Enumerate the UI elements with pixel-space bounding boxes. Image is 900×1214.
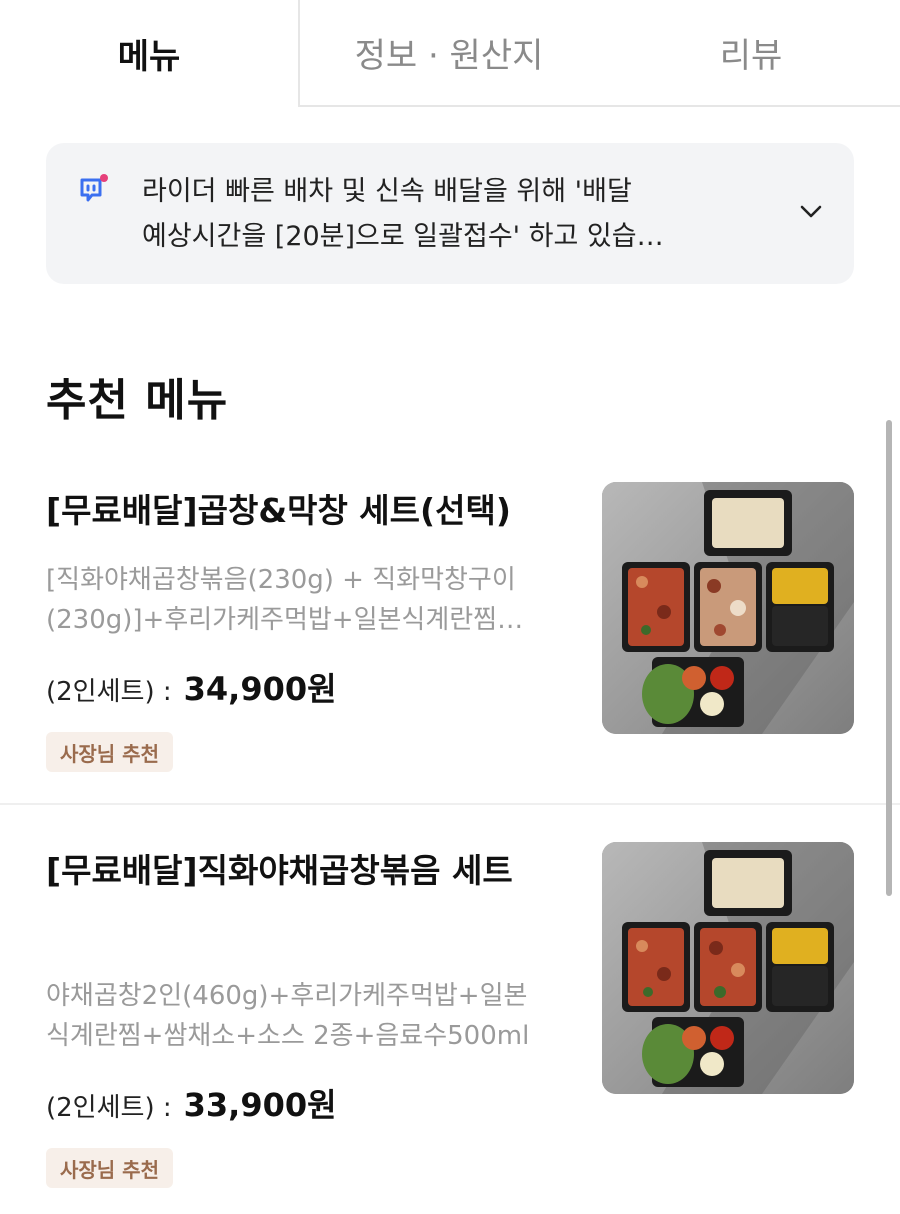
menu-item-description: [직화야채곱창볶음(230g) + 직화막창구이 (230g)]+후리가케주먹밥… bbox=[46, 560, 586, 640]
notice-line: 라이더 빠른 배차 및 신속 배달을 위해 '배달 bbox=[142, 176, 632, 207]
description-line: 식계란찜+쌈채소+소스 2종+음료수500ml bbox=[46, 1021, 530, 1051]
price-label: (2인세트) : bbox=[46, 1093, 172, 1123]
price-row: (2인세트) : 34,900원 bbox=[46, 664, 337, 710]
price-value: 33,900원 bbox=[183, 1086, 337, 1124]
owner-recommend-badge: 사장님 추천 bbox=[46, 1148, 173, 1188]
notice-banner[interactable]: 라이더 빠른 배차 및 신속 배달을 위해 '배달 예상시간을 [20분]으로 … bbox=[46, 143, 854, 284]
tab-reviews[interactable]: 리뷰 bbox=[602, 0, 900, 107]
price-row: (2인세트) : 33,900원 bbox=[46, 1080, 337, 1126]
menu-item-description: 야채곱창2인(460g)+후리가케주먹밥+일본 식계란찜+쌈채소+소스 2종+음… bbox=[46, 976, 586, 1056]
description-line: (230g)]+후리가케주먹밥+일본식계란찜… bbox=[46, 605, 524, 635]
menu-item-image[interactable] bbox=[602, 842, 854, 1094]
chevron-down-icon[interactable] bbox=[798, 198, 824, 224]
tab-info-origin[interactable]: 정보 · 원산지 bbox=[300, 0, 602, 107]
owner-recommend-badge: 사장님 추천 bbox=[46, 732, 173, 772]
menu-item-image[interactable] bbox=[602, 482, 854, 734]
section-title: 추천 메뉴 bbox=[46, 375, 229, 426]
description-line: [직화야채곱창볶음(230g) + 직화막창구이 bbox=[46, 565, 516, 595]
notice-text: 라이더 빠른 배차 및 신속 배달을 위해 '배달 예상시간을 [20분]으로 … bbox=[142, 169, 752, 259]
tab-menu[interactable]: 메뉴 bbox=[0, 0, 300, 107]
menu-item-name: [무료배달]곱창&막창 세트(선택) bbox=[46, 491, 511, 530]
price-label: (2인세트) : bbox=[46, 677, 172, 707]
price-value: 34,900원 bbox=[183, 670, 337, 708]
menu-item-name: [무료배달]직화야채곱창볶음 세트 bbox=[46, 851, 513, 890]
menu-item[interactable]: [무료배달]직화야채곱창볶음 세트 야채곱창2인(460g)+후리가케주먹밥+일… bbox=[0, 830, 900, 1214]
scrollbar[interactable] bbox=[886, 420, 892, 896]
menu-item[interactable]: [무료배달]곱창&막창 세트(선택) [직화야채곱창볶음(230g) + 직화막… bbox=[0, 470, 900, 805]
megaphone-icon bbox=[80, 174, 108, 202]
description-line: 야채곱창2인(460g)+후리가케주먹밥+일본 bbox=[46, 981, 528, 1011]
tab-bar: 메뉴 정보 · 원산지 리뷰 bbox=[0, 0, 900, 107]
notice-line: 예상시간을 [20분]으로 일괄접수' 하고 있습… bbox=[142, 221, 664, 252]
